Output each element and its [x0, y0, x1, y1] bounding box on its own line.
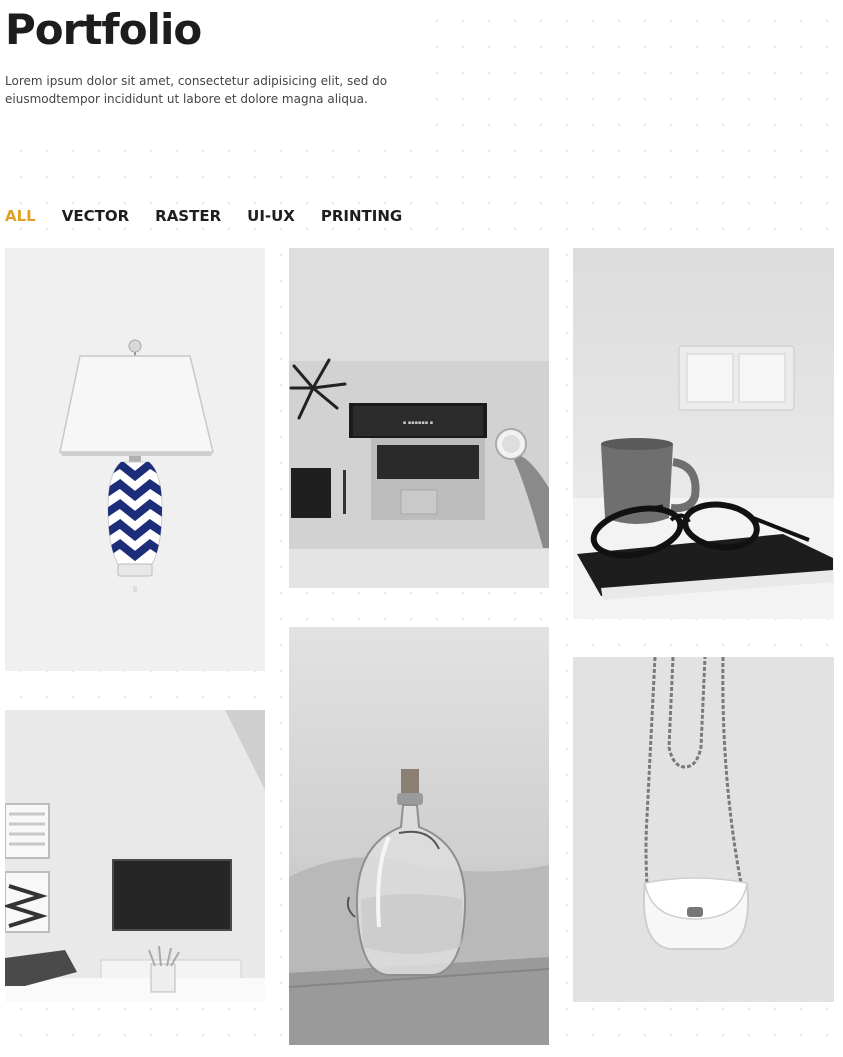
- laptop-desk-image: ▪ ▪▪▪▪▪▪ ▪: [289, 248, 549, 588]
- filter-all[interactable]: ALL: [5, 206, 36, 226]
- gallery-item-white-bag-necklace[interactable]: [573, 657, 834, 1002]
- filter-vector[interactable]: VECTOR: [62, 206, 129, 226]
- filter-raster[interactable]: RASTER: [155, 206, 221, 226]
- mug-glasses-image: [573, 248, 834, 619]
- gallery-item-table-lamp[interactable]: [5, 248, 265, 671]
- filter-printing[interactable]: PRINTING: [321, 206, 402, 226]
- gallery-item-laptop-desk[interactable]: ▪ ▪▪▪▪▪▪ ▪: [289, 248, 549, 588]
- filter-ui-ux[interactable]: UI-UX: [247, 206, 295, 226]
- glass-bottle-image: [289, 627, 549, 1045]
- living-room-image: [5, 710, 265, 1002]
- portfolio-filter-nav: ALL VECTOR RASTER UI-UX PRINTING: [5, 206, 402, 226]
- gallery-item-mug-glasses-notebook[interactable]: [573, 248, 834, 619]
- table-lamp-image: [5, 248, 265, 671]
- gallery-item-glass-bottle[interactable]: [289, 627, 549, 1045]
- page-subtitle: Lorem ipsum dolor sit amet, consectetur …: [5, 74, 388, 106]
- svg-text:▪ ▪▪▪▪▪▪ ▪: ▪ ▪▪▪▪▪▪ ▪: [403, 420, 433, 426]
- white-bag-image: [573, 657, 834, 1002]
- gallery-item-living-room-tv[interactable]: [5, 710, 265, 1002]
- portfolio-page: Portfolio Lorem ipsum dolor sit amet, co…: [0, 0, 843, 1057]
- page-title: Portfolio: [5, 5, 202, 54]
